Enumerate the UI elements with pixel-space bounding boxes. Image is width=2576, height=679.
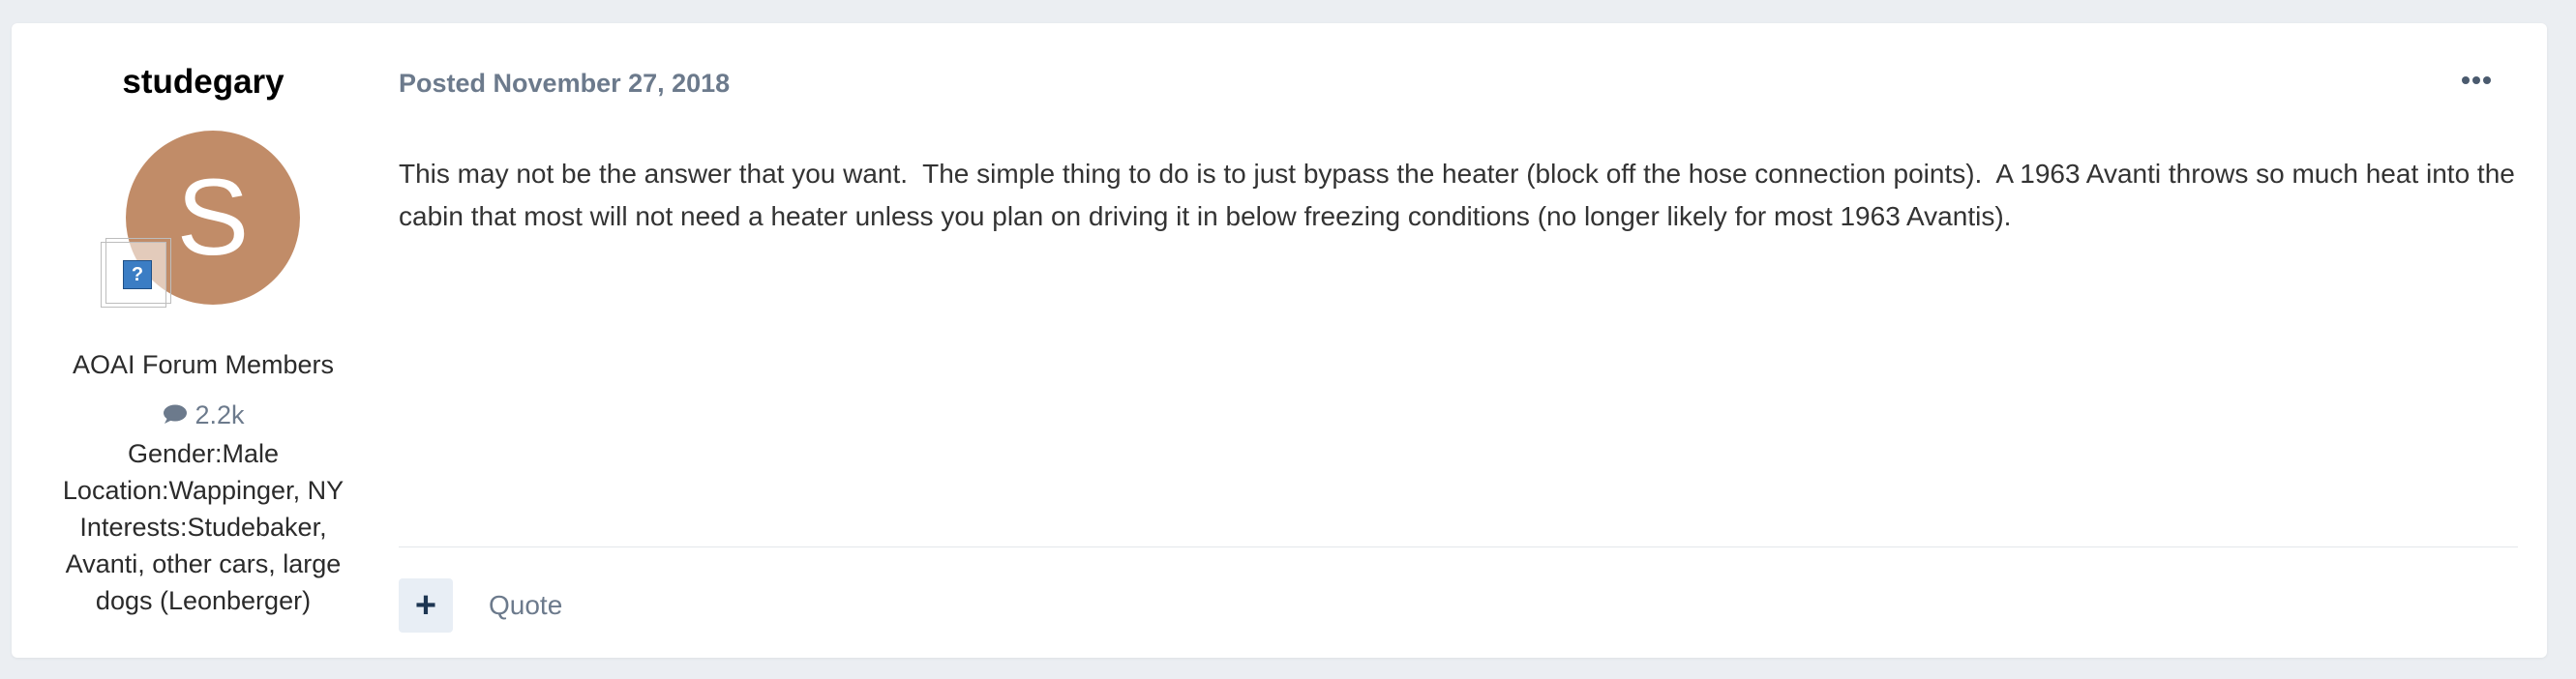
posted-label: Posted: [399, 69, 487, 98]
question-mark-icon: ?: [123, 260, 152, 289]
quote-button[interactable]: Quote: [489, 590, 562, 621]
profile-fields: Gender:Male Location:Wappinger, NY Inter…: [60, 435, 346, 619]
post-count: 2.2k: [12, 400, 395, 431]
more-options-icon[interactable]: [2462, 72, 2501, 91]
author-name[interactable]: studegary: [12, 62, 395, 103]
rank-badge: ?: [101, 238, 171, 308]
post-meta: Posted November 27, 2018: [399, 69, 730, 99]
post-date[interactable]: November 27, 2018: [494, 69, 731, 98]
comment-icon: [162, 401, 189, 431]
member-group: AOAI Forum Members: [72, 350, 335, 379]
reputation-button[interactable]: +: [399, 578, 453, 633]
profile-field-interests: Interests:Studebaker, Avanti, other cars…: [65, 513, 342, 615]
forum-post: studegary S ? AOAI Forum Members 2.2k Ge…: [12, 23, 2547, 658]
profile-field-location: Location:Wappinger, NY: [62, 476, 344, 505]
post-content: This may not be the answer that you want…: [399, 159, 2523, 231]
divider: [399, 546, 2518, 547]
post-count-value: 2.2k: [195, 400, 245, 429]
profile-field-gender: Gender:Male: [127, 439, 280, 468]
author-panel: studegary S ? AOAI Forum Members 2.2k Ge…: [12, 23, 395, 658]
